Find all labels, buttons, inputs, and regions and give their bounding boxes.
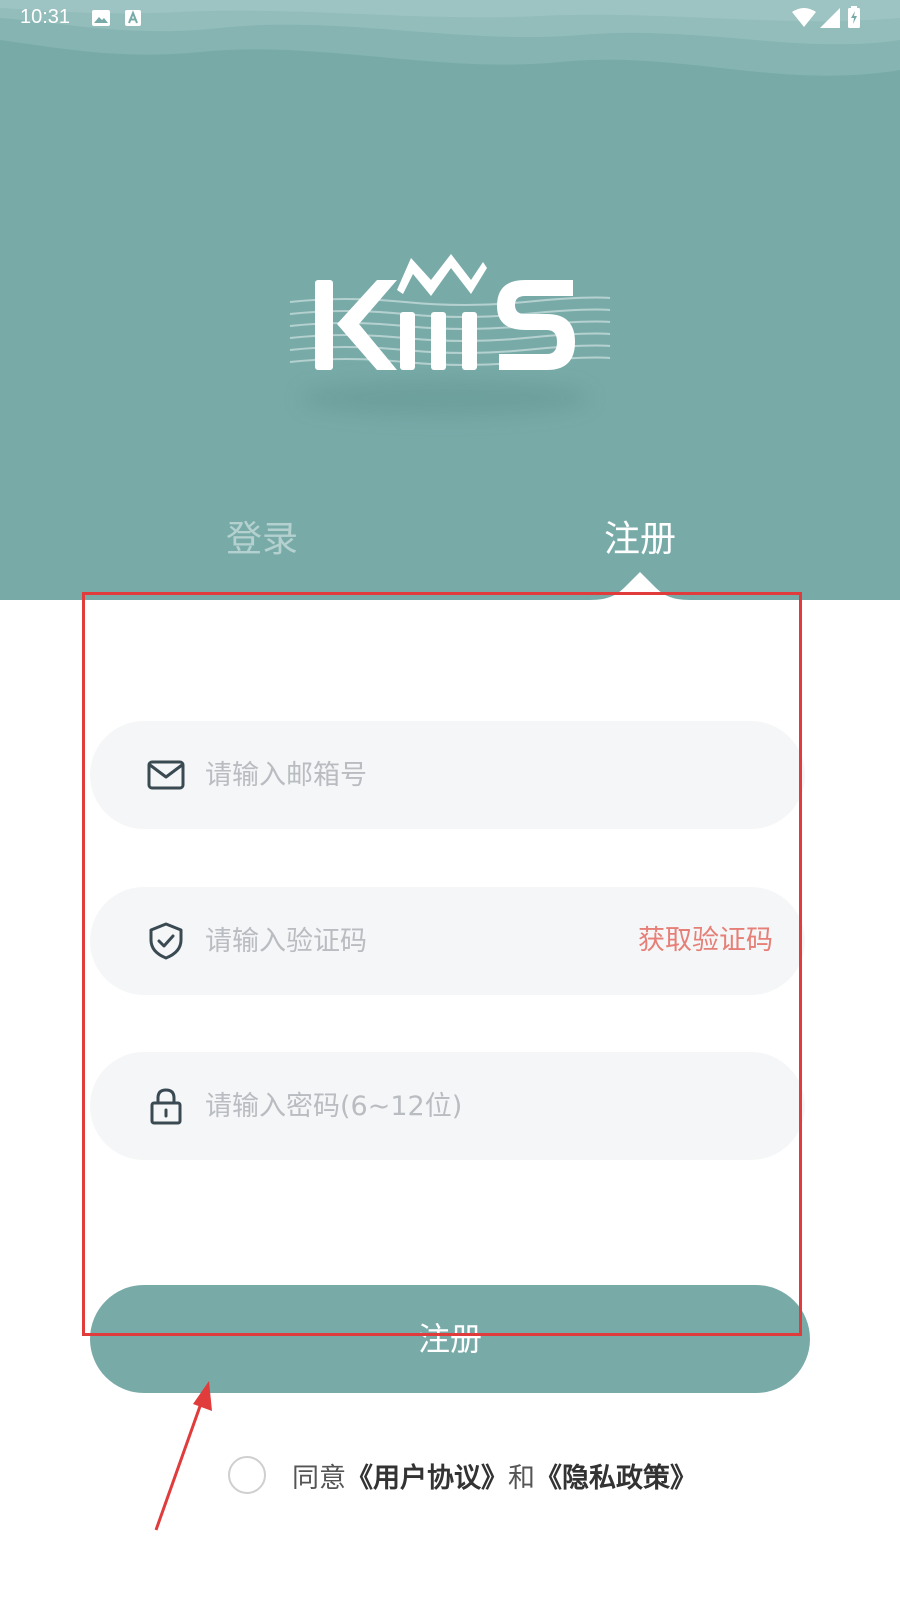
password-input[interactable] [205, 1052, 625, 1160]
tab-register[interactable]: 注册 [560, 512, 720, 568]
agreement-row: 同意 《用户协议》 和 《隐私政策》 [228, 1453, 697, 1497]
wifi-icon [792, 8, 816, 27]
email-input[interactable] [205, 721, 625, 829]
agree-checkbox[interactable] [228, 1456, 266, 1494]
active-tab-indicator [590, 572, 690, 600]
a-notification-icon [125, 10, 141, 26]
email-field [90, 721, 805, 829]
header-banner: 10:31 登录 注册 [0, 0, 900, 600]
verification-code-input[interactable] [205, 887, 625, 995]
tab-login[interactable]: 登录 [182, 512, 342, 568]
shield-check-icon [149, 922, 183, 960]
mail-icon [147, 760, 185, 790]
kms-logo [289, 254, 611, 370]
image-icon [92, 10, 110, 26]
signal-icon [820, 8, 840, 28]
get-code-button[interactable]: 获取验证码 [638, 887, 773, 995]
battery-icon [848, 6, 860, 28]
password-field [90, 1052, 805, 1160]
status-bar: 10:31 [0, 0, 900, 36]
agree-conjunction: 和 [508, 1462, 535, 1494]
user-agreement-link[interactable]: 《用户协议》 [346, 1456, 508, 1495]
register-button[interactable]: 注册 [90, 1285, 810, 1393]
verification-code-field: 获取验证码 [90, 887, 805, 995]
lock-icon [150, 1088, 182, 1125]
privacy-policy-link[interactable]: 《隐私政策》 [535, 1456, 697, 1495]
status-time: 10:31 [20, 6, 71, 28]
agree-prefix: 同意 [292, 1462, 346, 1494]
